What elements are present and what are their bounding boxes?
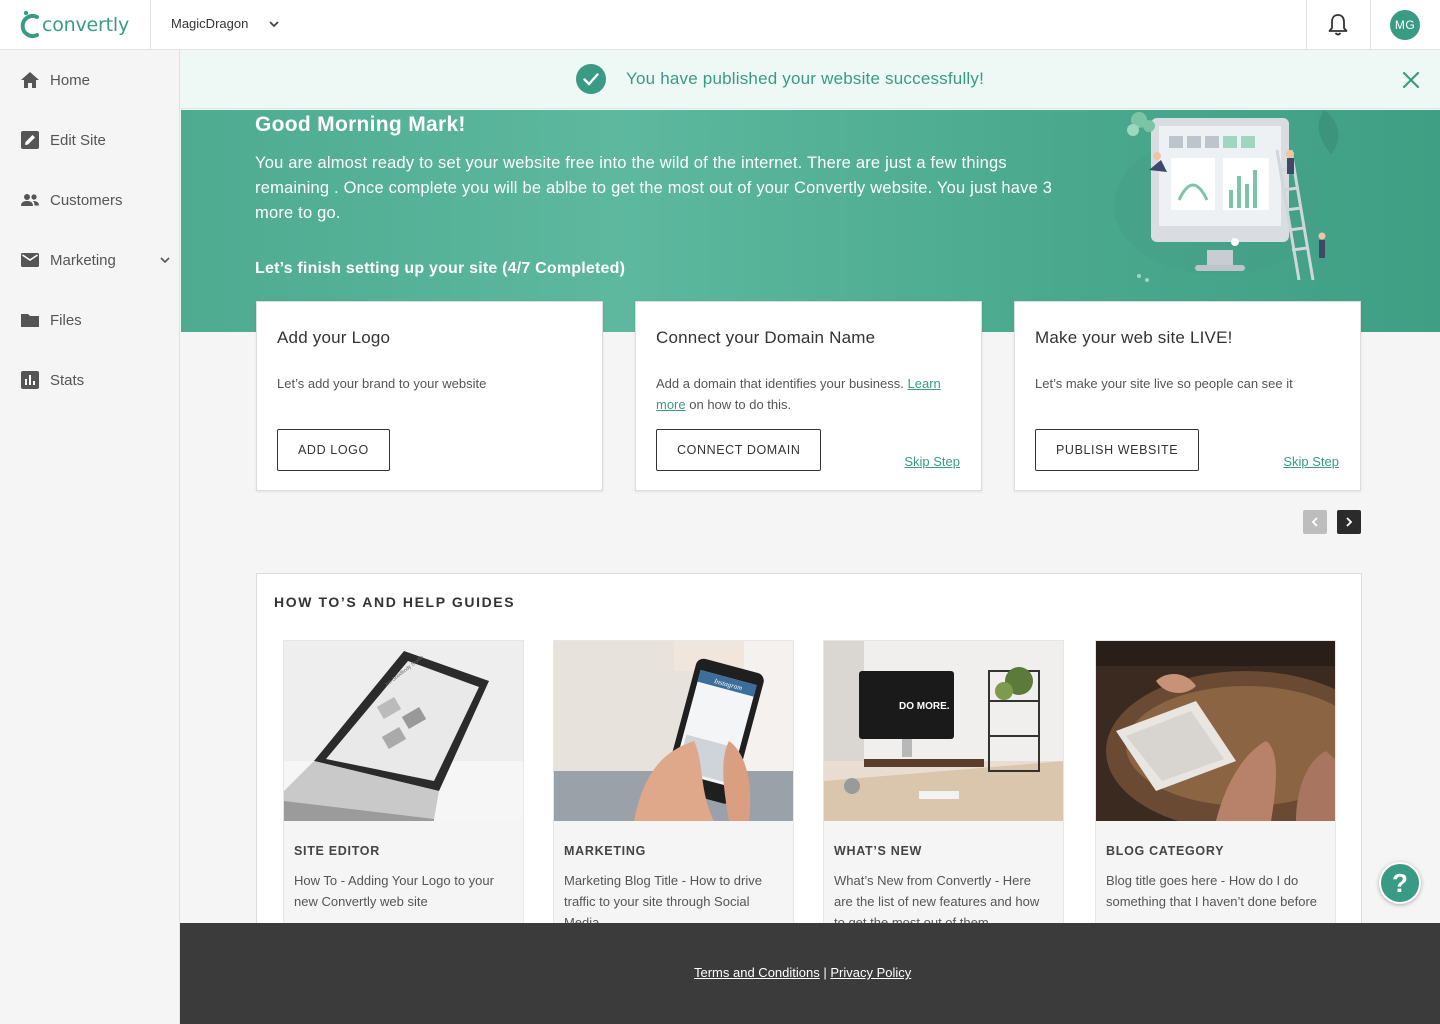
meeting-table-photo	[1096, 641, 1335, 821]
sidebar-item-label: Customers	[50, 191, 123, 209]
help-guides-section: HOW TO’S AND HELP GUIDES Jim Goodbody St…	[256, 573, 1362, 973]
publish-website-button[interactable]: PUBLISH WEBSITE	[1035, 429, 1200, 471]
logo-text: convertly	[42, 14, 130, 36]
sidebar-item-label: Home	[50, 71, 91, 89]
step-description: Let’s add your brand to your website	[277, 376, 487, 391]
chevron-down-icon[interactable]	[158, 253, 172, 267]
help-button[interactable]: ?	[1379, 862, 1421, 904]
sidebar-item-label: Marketing	[50, 251, 116, 269]
success-message: You have published your website successf…	[626, 69, 985, 88]
step-description: Let’s make your site live so people can …	[1035, 376, 1293, 391]
add-logo-button[interactable]: ADD LOGO	[277, 429, 390, 471]
edit-icon	[21, 131, 39, 149]
step-title: Connect your Domain Name	[656, 328, 876, 347]
website-builder-illustration	[1114, 110, 1339, 282]
skip-step-link[interactable]: Skip Step	[1283, 454, 1339, 469]
convertly-logo-icon	[20, 10, 39, 38]
desk-monitor-photo: DO MORE.	[824, 641, 1063, 821]
sidebar-item-stats[interactable]: Stats	[0, 360, 180, 400]
guide-category: BLOG CATEGORY	[1106, 844, 1225, 858]
step-description-text: on how to do this.	[689, 397, 792, 412]
skip-step-link[interactable]: Skip Step	[904, 454, 960, 469]
footer-separator: |	[823, 965, 827, 980]
guide-card[interactable]: Jim Goodbody Studio SITE EDITOR How To -…	[283, 640, 524, 940]
people-icon	[21, 194, 39, 206]
home-icon	[21, 72, 39, 88]
privacy-link[interactable]: Privacy Policy	[830, 965, 911, 980]
site-selector[interactable]: MagicDragon	[171, 16, 281, 31]
guide-card[interactable]: DO MORE. WHAT’S NEW What’s New from Conv…	[823, 640, 1064, 940]
footer: Terms and Conditions | Privacy Policy	[180, 923, 1440, 1024]
convertly-logo[interactable]: convertly	[18, 8, 129, 42]
chevron-left-icon	[1311, 517, 1318, 527]
guide-category: MARKETING	[564, 844, 646, 858]
sidebar-item-home[interactable]: Home	[0, 60, 180, 100]
sidebar-item-marketing[interactable]: Marketing	[0, 240, 180, 280]
step-title: Add your Logo	[277, 328, 391, 347]
user-avatar[interactable]: MG	[1390, 10, 1420, 40]
top-bar: convertly MagicDragon MG	[0, 0, 1440, 50]
greeting-heading: Good Morning Mark!	[255, 113, 466, 136]
sidebar-item-edit-site[interactable]: Edit Site	[0, 120, 180, 160]
laptop-photo: Jim Goodbody Studio	[284, 641, 523, 821]
step-title: Make your web site LIVE!	[1035, 328, 1233, 347]
section-heading: HOW TO’S AND HELP GUIDES	[274, 594, 516, 610]
bar-chart-icon	[21, 371, 39, 389]
chevron-right-icon	[1346, 517, 1353, 527]
guide-card[interactable]: Instagram MARKETING Marketing Blog Title…	[553, 640, 794, 940]
guide-title: Blog title goes here - How do I do somet…	[1106, 873, 1318, 909]
step-card-publish: Make your web site LIVE! Let’s make your…	[1014, 301, 1361, 491]
sidebar-item-customers[interactable]: Customers	[0, 180, 180, 220]
welcome-hero: Good Morning Mark! You are almost ready …	[181, 110, 1440, 332]
connect-domain-button[interactable]: CONNECT DOMAIN	[656, 429, 822, 471]
sidebar-item-files[interactable]: Files	[0, 300, 180, 340]
carousel-prev-button[interactable]	[1303, 510, 1327, 534]
step-description-text: Add a domain that identifies your busine…	[656, 376, 904, 391]
step-description: Add a domain that identifies your busine…	[656, 373, 966, 415]
phone-in-hands-photo: Instagram	[554, 641, 793, 821]
guide-card[interactable]: BLOG CATEGORY Blog title goes here - How…	[1095, 640, 1336, 940]
setup-progress-text: Let’s finish setting up your site (4/7 C…	[255, 260, 626, 277]
terms-link[interactable]: Terms and Conditions	[694, 965, 820, 980]
sidebar-item-label: Stats	[50, 371, 85, 389]
monitor-text: DO MORE.	[899, 701, 950, 712]
sidebar: Home Edit Site Customers Marketing Files…	[0, 50, 180, 1024]
guide-category: WHAT’S NEW	[834, 844, 923, 858]
header-divider	[150, 0, 151, 50]
sidebar-item-label: Edit Site	[50, 131, 106, 149]
mail-icon	[21, 253, 39, 267]
step-card-add-logo: Add your Logo Let’s add your brand to yo…	[256, 301, 603, 491]
sidebar-item-label: Files	[50, 311, 82, 329]
site-name: MagicDragon	[171, 16, 249, 31]
close-icon[interactable]	[1401, 70, 1421, 90]
notifications-bell-icon[interactable]	[1326, 12, 1350, 38]
footer-links: Terms and Conditions | Privacy Policy	[694, 965, 911, 980]
header-divider	[1306, 0, 1307, 50]
folder-icon	[21, 314, 39, 327]
step-card-connect-domain: Connect your Domain Name Add a domain th…	[635, 301, 982, 491]
guide-title: How To - Adding Your Logo to your new Co…	[294, 873, 494, 909]
intro-text: You are almost ready to set your website…	[255, 154, 1053, 222]
chevron-down-icon	[269, 20, 279, 27]
carousel-next-button[interactable]	[1337, 510, 1361, 534]
success-check-icon	[576, 64, 606, 94]
guide-category: SITE EDITOR	[294, 844, 380, 858]
header-divider	[1370, 0, 1371, 50]
success-banner: You have published your website successf…	[181, 50, 1440, 109]
